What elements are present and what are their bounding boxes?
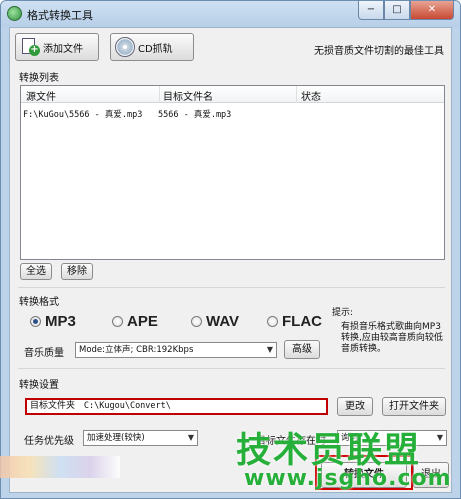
radio-mp3-label: MP3 (45, 313, 76, 330)
column-status[interactable]: 状态 (301, 88, 321, 103)
hint-text: 有损音乐格式歌曲向MP3转换,应由较高音质向较低音质转换。 (341, 322, 443, 354)
close-button[interactable]: ✕ (410, 1, 454, 20)
conversion-list-label: 转换列表 (19, 73, 59, 84)
priority-select[interactable]: 加速处理(较快) ▼ (83, 430, 198, 446)
target-folder-field[interactable]: 目标文件夹 C:\Kugou\Convert\ (25, 398, 328, 415)
radio-wav[interactable]: WAV (191, 313, 239, 330)
row-source: F:\KuGou\5566 - 真爱.mp3 (23, 110, 143, 120)
radio-flac-label: FLAC (282, 313, 322, 330)
radio-flac[interactable]: FLAC (267, 313, 322, 330)
open-folder-button[interactable]: 打开文件夹 (382, 397, 446, 416)
radio-ape[interactable]: APE (112, 313, 158, 330)
conversion-list[interactable]: 源文件 目标文件名 状态 F:\KuGou\5566 - 真爱.mp3 5566… (20, 85, 445, 260)
cd-rip-button[interactable]: CD抓轨 (110, 33, 194, 61)
row-target: 5566 - 真爱.mp3 (158, 110, 232, 120)
priority-value: 加速处理(较快) (87, 433, 145, 443)
add-file-button[interactable]: + 添加文件 (15, 33, 99, 61)
divider (18, 368, 445, 369)
target-folder-value: C:\Kugou\Convert\ (83, 401, 171, 411)
radio-indicator (191, 316, 202, 327)
app-logo-icon (7, 6, 22, 21)
radio-mp3[interactable]: MP3 (30, 313, 76, 330)
settings-label: 转换设置 (19, 380, 59, 391)
divider (18, 287, 445, 288)
select-all-button[interactable]: 全选 (20, 263, 52, 280)
quality-label: 音乐质量 (24, 348, 64, 359)
add-file-icon: + (20, 37, 40, 57)
cd-icon (115, 37, 135, 57)
target-folder-label: 目标文件夹 (30, 401, 76, 411)
cd-rip-label: CD抓轨 (138, 43, 173, 55)
radio-wav-label: WAV (206, 313, 240, 330)
column-source[interactable]: 源文件 (26, 88, 56, 103)
chevron-down-icon: ▼ (436, 433, 443, 442)
radio-indicator (30, 316, 41, 327)
chevron-down-icon: ▼ (187, 433, 194, 442)
priority-label: 任务优先级 (24, 436, 74, 447)
list-row[interactable]: F:\KuGou\5566 - 真爱.mp3 5566 - 真爱.mp3 (21, 108, 444, 122)
change-button[interactable]: 更改 (337, 397, 373, 416)
maximize-button[interactable]: □ (384, 1, 410, 20)
format-label: 转换格式 (19, 297, 59, 308)
radio-indicator (112, 316, 123, 327)
quality-select[interactable]: Mode:立体声; CBR:192Kbps ▼ (75, 342, 277, 358)
radio-indicator (267, 316, 278, 327)
chevron-down-icon: ▼ (266, 345, 273, 354)
quality-value: Mode:立体声; CBR:192Kbps (79, 345, 194, 355)
column-target[interactable]: 目标文件名 (163, 88, 213, 103)
advanced-button[interactable]: 高级 (284, 340, 320, 359)
watermark-url: www.jsgho.com (244, 466, 452, 491)
hint-title: 提示: (332, 308, 354, 318)
tagline: 无损音质文件切割的最佳工具 (314, 46, 444, 57)
minimize-button[interactable]: − (358, 1, 384, 20)
remove-button[interactable]: 移除 (61, 263, 93, 280)
list-header: 源文件 目标文件名 状态 (21, 86, 444, 103)
window-title: 格式转换工具 (27, 9, 93, 22)
radio-ape-label: APE (127, 313, 158, 330)
title-bar[interactable]: 格式转换工具 − □ ✕ (1, 1, 460, 27)
add-file-label: 添加文件 (43, 43, 83, 55)
blurred-taskbar-strip (0, 456, 120, 478)
